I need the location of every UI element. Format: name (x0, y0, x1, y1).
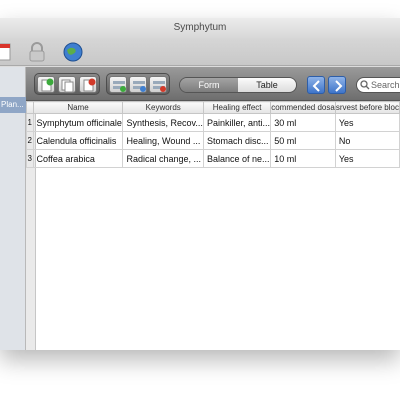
column-header-recommended-dosage[interactable]: commended dosa (270, 101, 336, 114)
cell-keywords[interactable]: Healing, Wound ... (122, 131, 204, 150)
duplicate-field-button[interactable] (129, 76, 147, 93)
cell-harvest[interactable]: Yes (334, 113, 400, 132)
app-window: Symphytum Plan... Form Table Search Name… (0, 18, 400, 350)
table-row[interactable]: 1 Symphytum officinale Synthesis, Recov.… (26, 113, 400, 132)
delete-record-button[interactable] (79, 76, 97, 93)
cell-harvest[interactable]: Yes (334, 149, 400, 168)
column-header-healing-effect[interactable]: Healing effect (202, 101, 272, 114)
cell-keywords[interactable]: Radical change, ... (122, 149, 204, 168)
cell-name[interactable]: Coffea arabica (32, 149, 124, 168)
cell-healing-effect[interactable]: Painkiller, anti... (202, 113, 272, 132)
main-area: Form Table Search Name Keywords Healing … (26, 67, 400, 350)
window-title: Symphytum (0, 18, 400, 38)
records-table: Name Keywords Healing effect commended d… (26, 101, 400, 168)
search-icon (360, 80, 370, 90)
view-mode-switch: Form Table (179, 77, 297, 93)
add-field-button[interactable] (109, 76, 127, 93)
table-header-row: Name Keywords Healing effect commended d… (26, 101, 400, 114)
cell-dosage[interactable]: 30 ml (270, 113, 336, 132)
form-view-tab[interactable]: Form (180, 78, 238, 92)
chevron-right-icon (335, 80, 343, 92)
cell-harvest[interactable]: No (334, 131, 400, 150)
cell-keywords[interactable]: Synthesis, Recov... (122, 113, 204, 132)
search-placeholder: Search (371, 80, 400, 90)
records-table-area: Name Keywords Healing effect commended d… (26, 101, 400, 350)
column-header-harvest-before-blooming[interactable]: srvest before bloc (334, 101, 400, 114)
column-header-keywords[interactable]: Keywords (122, 101, 204, 114)
table-row[interactable]: 3 Coffea arabica Radical change, ... Bal… (26, 149, 400, 168)
record-actionbar: Form Table Search (26, 67, 400, 101)
main-toolbar (0, 38, 400, 66)
globe-icon[interactable] (62, 41, 84, 63)
new-database-icon[interactable] (0, 41, 12, 63)
record-buttons-group (34, 73, 100, 95)
previous-record-button[interactable] (307, 76, 325, 94)
next-record-button[interactable] (328, 76, 346, 94)
cell-healing-effect[interactable]: Balance of ne... (202, 149, 272, 168)
cell-name[interactable]: Symphytum officinale (32, 113, 124, 132)
field-buttons-group (106, 73, 170, 95)
sidebar: Plan... (0, 67, 26, 350)
new-record-button[interactable] (37, 76, 55, 93)
delete-field-button[interactable] (149, 76, 167, 93)
table-row[interactable]: 2 Calendula officinalis Healing, Wound .… (26, 131, 400, 150)
duplicate-record-button[interactable] (58, 76, 76, 93)
chevron-left-icon (312, 80, 320, 92)
column-header-name[interactable]: Name (32, 101, 124, 114)
sidebar-item-plants[interactable]: Plan... (0, 97, 26, 113)
cell-name[interactable]: Calendula officinalis (32, 131, 124, 150)
search-field[interactable]: Search (356, 77, 400, 93)
cell-dosage[interactable]: 50 ml (270, 131, 336, 150)
lock-icon[interactable] (26, 41, 48, 63)
table-view-tab[interactable]: Table (238, 78, 296, 92)
cell-dosage[interactable]: 10 ml (270, 149, 336, 168)
cell-healing-effect[interactable]: Stomach disc... (202, 131, 272, 150)
